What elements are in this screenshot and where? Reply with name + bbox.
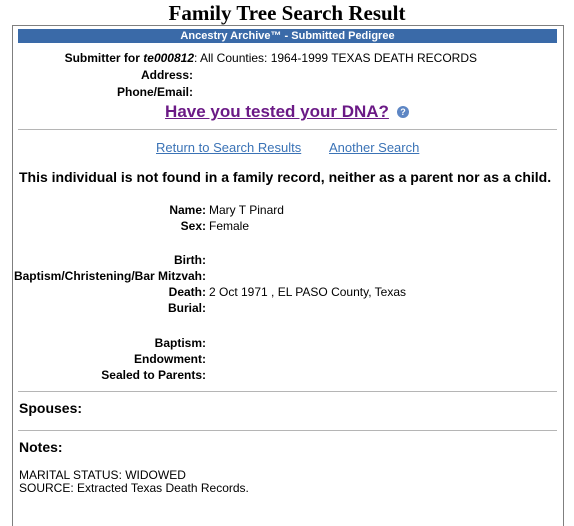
sex-value: Female xyxy=(209,219,250,233)
dna-test-link[interactable]: Have you tested your DNA? xyxy=(165,102,389,121)
help-icon[interactable]: ? xyxy=(396,106,409,118)
death-value: 2 Oct 1971 , EL PASO County, Texas xyxy=(209,285,406,299)
baptism-label: Baptism: xyxy=(154,336,206,350)
death-label: Death: xyxy=(168,285,206,299)
endowment-label: Endowment: xyxy=(134,352,206,366)
source-note: SOURCE: Extracted Texas Death Records. xyxy=(19,481,249,495)
burial-label: Burial: xyxy=(167,301,206,315)
pedigree-banner: Ancestry Archive™ - Submitted Pedigree xyxy=(18,29,557,43)
spouses-heading: Spouses: xyxy=(19,400,83,416)
sex-label: Sex: xyxy=(180,219,206,233)
return-to-search-results-link[interactable]: Return to Search Results xyxy=(156,140,301,155)
name-value: Mary T Pinard xyxy=(209,203,284,217)
phone-email-label: Phone/Email: xyxy=(116,85,193,99)
divider xyxy=(18,129,557,130)
submitter-label-text: Submitter for xyxy=(64,51,140,65)
notes-heading: Notes: xyxy=(19,439,63,455)
dna-promo: Have you tested your DNA?? xyxy=(0,102,574,122)
name-label: Name: xyxy=(169,203,206,217)
divider xyxy=(18,391,557,392)
notes-text: MARITAL STATUS: WIDOWED SOURCE: Extracte… xyxy=(19,469,249,495)
another-search-link[interactable]: Another Search xyxy=(329,140,419,155)
submitter-id: te000812 xyxy=(143,51,194,65)
address-label: Address: xyxy=(140,68,193,82)
baptism-christening-label: Baptism/Christening/Bar Mitzvah: xyxy=(13,269,206,283)
submitter-value: : All Counties: 1964-1999 TEXAS DEATH RE… xyxy=(194,51,478,65)
sealed-to-parents-label: Sealed to Parents: xyxy=(101,368,206,382)
page-title: Family Tree Search Result xyxy=(168,1,406,25)
submitter-label: Submitter for te000812 xyxy=(0,51,194,66)
family-record-notice: This individual is not found in a family… xyxy=(19,169,552,185)
birth-label: Birth: xyxy=(174,253,206,267)
divider xyxy=(18,430,557,431)
